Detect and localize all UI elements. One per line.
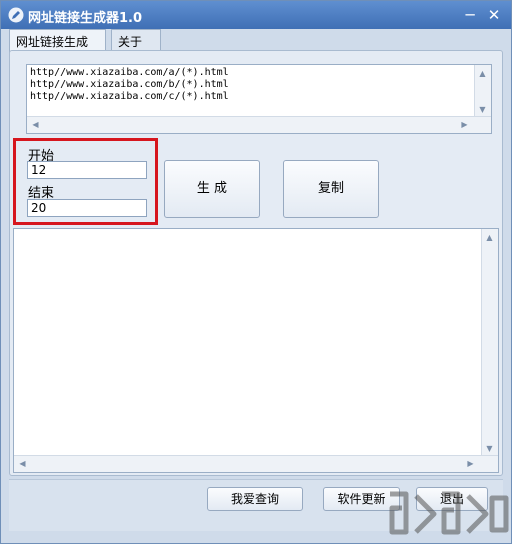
end-input[interactable]: 20: [27, 199, 147, 217]
input-vertical-scrollbar[interactable]: ▲ ▼: [474, 65, 491, 118]
url-template-textarea[interactable]: http//www.xiazaiba.com/a/(*).html http//…: [26, 64, 492, 134]
tab-about[interactable]: 关于: [111, 29, 161, 52]
scroll-down-icon[interactable]: ▼: [475, 102, 490, 117]
close-button[interactable]: ✕: [483, 5, 505, 25]
url-template-lines: http//www.xiazaiba.com/a/(*).html http//…: [30, 67, 229, 103]
scroll-up-icon[interactable]: ▲: [475, 66, 490, 81]
title-bar[interactable]: 网址链接生成器1.0 ─ ✕: [1, 1, 511, 29]
scroll-right-icon[interactable]: ▶: [457, 117, 472, 132]
start-input[interactable]: 12: [27, 161, 147, 179]
output-vertical-scrollbar[interactable]: ▲ ▼: [481, 229, 498, 457]
scroll-left-icon[interactable]: ◀: [15, 456, 30, 471]
watermark-logo-icon: [389, 491, 509, 535]
input-horizontal-scrollbar[interactable]: ◀ ▶: [27, 116, 491, 133]
minimize-button[interactable]: ─: [459, 5, 481, 25]
scroll-down-icon[interactable]: ▼: [482, 441, 497, 456]
copy-button[interactable]: 复制: [283, 160, 379, 218]
generate-button[interactable]: 生 成: [164, 160, 260, 218]
pencil-icon: [8, 7, 24, 23]
window-title: 网址链接生成器1.0: [28, 11, 143, 26]
scroll-left-icon[interactable]: ◀: [28, 117, 43, 132]
output-textarea[interactable]: ▲ ▼ ◀ ▶: [13, 228, 499, 473]
scroll-up-icon[interactable]: ▲: [482, 230, 497, 245]
output-horizontal-scrollbar[interactable]: ◀ ▶: [14, 455, 498, 472]
query-button[interactable]: 我爱查询: [207, 487, 303, 511]
url-line: http//www.xiazaiba.com/a/(*).html: [30, 67, 229, 78]
url-line: http//www.xiazaiba.com/c/(*).html: [30, 91, 229, 102]
scroll-right-icon[interactable]: ▶: [463, 456, 478, 471]
url-line: http//www.xiazaiba.com/b/(*).html: [30, 79, 229, 90]
